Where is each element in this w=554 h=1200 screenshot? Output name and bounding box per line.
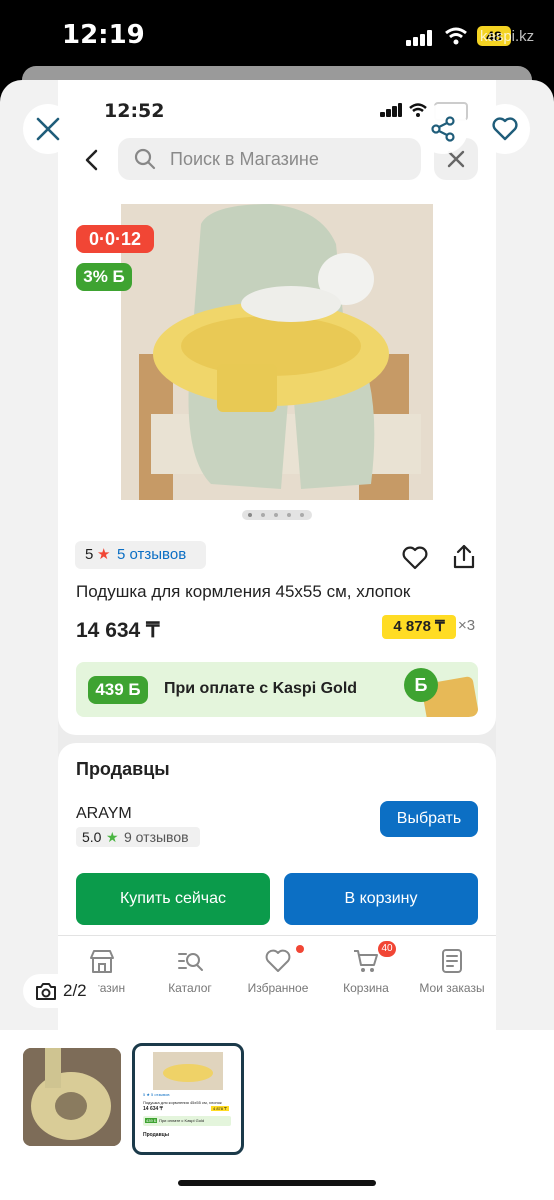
thumbnail-1-image: [23, 1048, 121, 1146]
thumbnail-2-title: Подушка для кормления 45х55 см, хлопок: [143, 1100, 222, 1105]
back-icon[interactable]: [80, 148, 104, 172]
thumbnail-1[interactable]: [23, 1048, 121, 1146]
share-nodes-icon: [431, 116, 455, 142]
nav-divider: [58, 935, 496, 936]
installment-badge: 0·0·12: [76, 225, 154, 253]
outer-time: 12:19: [62, 20, 145, 50]
product-card: 12:52 Поиск в Магазине 0·0·12 3% Б 5 ★ 5…: [58, 80, 496, 735]
favorite-icon[interactable]: [402, 546, 428, 570]
seller-reviews: 9 отзывов: [124, 829, 189, 845]
carrier-watermark: kaspi.kz: [480, 28, 535, 45]
product-price: 14 634 ₸: [76, 619, 160, 642]
thumbnail-2-image: [153, 1052, 223, 1090]
choose-seller-button[interactable]: Выбрать: [380, 801, 478, 837]
sellers-heading: Продавцы: [76, 759, 170, 779]
cart-icon: [354, 950, 378, 972]
thumbnail-2-promo-text: При оплате с Kaspi Gold: [159, 1118, 205, 1123]
share-viewer-button[interactable]: [418, 104, 468, 154]
shared-screenshot: 12:52 Поиск в Магазине 0·0·12 3% Б 5 ★ 5…: [58, 80, 496, 1030]
catalog-icon: [178, 953, 203, 971]
gallery-dots: [242, 510, 312, 520]
thumbnail-2-promo: 439 Б При оплате с Kaspi Gold: [143, 1116, 231, 1126]
image-counter-text: 2/2: [63, 981, 87, 1000]
thumbnail-2-sellers: Продавцы: [143, 1132, 170, 1138]
bonus-badge: 3% Б: [76, 263, 132, 291]
inner-signal-icon: [380, 103, 402, 117]
thumbnail-2-price: 14 634 ₸: [143, 1106, 163, 1112]
promo-text: При оплате с Kaspi Gold: [164, 680, 358, 697]
bottom-nav: Магазин Каталог Избранное 40 Корзина Мои…: [58, 941, 496, 1001]
heart-icon: [265, 949, 291, 972]
cart-count-badge: 40: [378, 941, 396, 957]
close-icon: [36, 117, 60, 141]
image-viewer-sheet: 12:52 Поиск в Магазине 0·0·12 3% Б 5 ★ 5…: [0, 80, 554, 1030]
search-icon: [134, 148, 156, 170]
search-input[interactable]: Поиск в Магазине: [118, 138, 421, 180]
share-icon[interactable]: [452, 544, 476, 570]
thumbnail-strip: 5 ★ 5 отзывов Подушка для кормления 45х5…: [0, 1030, 554, 1200]
monthly-payment: 4 878 ₸: [382, 615, 456, 639]
orders-icon: [442, 949, 462, 973]
search-placeholder: Поиск в Магазине: [170, 149, 319, 169]
inner-time: 12:52: [104, 100, 165, 122]
star-icon: ★: [97, 546, 111, 563]
image-counter: 2/2: [23, 974, 99, 1008]
seller-rating: 5.0: [82, 829, 102, 845]
shop-icon: [90, 950, 114, 973]
thumbnail-2-bonus: 439 Б: [145, 1118, 158, 1123]
home-indicator-outer: [178, 1180, 376, 1186]
close-viewer-button[interactable]: [23, 104, 73, 154]
thumbnail-2-selected[interactable]: 5 ★ 5 отзывов Подушка для кормления 45х5…: [132, 1043, 244, 1155]
seller-rating-chip: 5.0 ★ 9 отзывов: [76, 827, 200, 847]
favorite-viewer-button[interactable]: [480, 104, 530, 154]
thumbnail-2-rating: 5 ★ 5 отзывов: [143, 1092, 170, 1097]
seller-name[interactable]: ARAYM: [76, 805, 132, 823]
product-title: Подушка для кормления 45х55 см, хлопок: [76, 582, 411, 601]
promo-bonus-badge: 439 Б: [88, 676, 148, 704]
camera-icon: [36, 983, 56, 1000]
buy-now-button[interactable]: Купить сейчас: [76, 873, 270, 925]
add-to-cart-button[interactable]: В корзину: [284, 873, 478, 925]
nav-label-favorites: Избранное: [247, 981, 309, 995]
seller-star-icon: ★: [106, 829, 119, 845]
bonus-coin-icon: Б: [404, 668, 438, 702]
thumbnail-2-monthly: 4 878 ₸: [211, 1106, 229, 1111]
rating-score: 5: [85, 546, 94, 563]
sellers-card: Продавцы ARAYM 5.0 ★ 9 отзывов Выбрать К…: [58, 743, 496, 1030]
product-photo-illustration: [121, 204, 433, 500]
nav-label-orders: Мои заказы: [419, 981, 485, 995]
signal-icon: [406, 30, 432, 46]
favorites-dot: [296, 945, 304, 953]
nav-label-catalog: Каталог: [168, 981, 212, 995]
monthly-multiplier: ×3: [458, 617, 476, 634]
rating-reviews[interactable]: 5 отзывов: [117, 541, 186, 569]
product-image[interactable]: [121, 204, 433, 500]
heart-outline-icon: [492, 117, 518, 141]
kaspi-gold-promo[interactable]: 439 Б При оплате с Kaspi Gold Б: [76, 662, 478, 717]
wifi-icon: [445, 27, 467, 45]
nav-label-cart: Корзина: [343, 981, 389, 995]
rating-chip[interactable]: 5 ★ 5 отзывов: [75, 541, 206, 569]
